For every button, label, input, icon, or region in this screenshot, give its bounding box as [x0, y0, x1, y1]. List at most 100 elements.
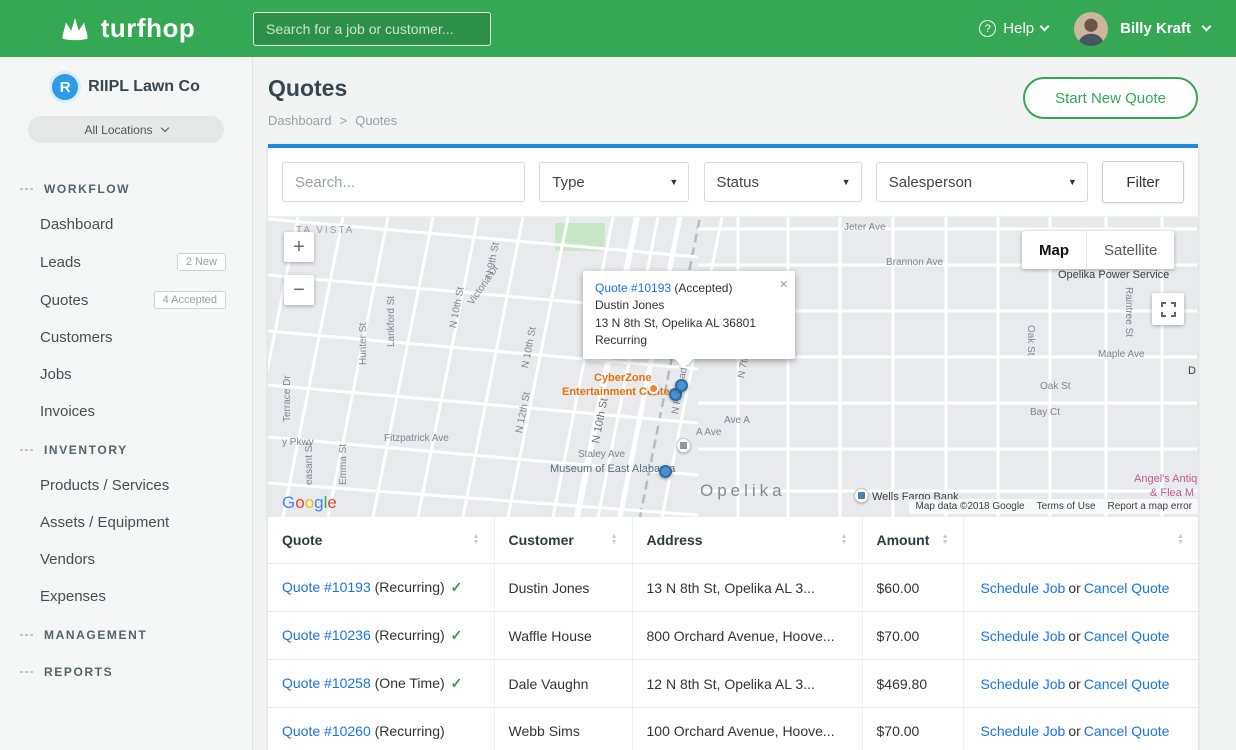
location-selector[interactable]: All Locations: [28, 116, 224, 143]
sidebar-item-jobs[interactable]: Jobs: [0, 356, 252, 393]
start-new-quote-button[interactable]: Start New Quote: [1023, 77, 1198, 119]
quote-map-marker[interactable]: [675, 379, 688, 392]
museum-marker-icon[interactable]: [676, 438, 691, 453]
section-dash-icon: [20, 634, 34, 636]
quote-link[interactable]: Quote #10260: [282, 723, 371, 739]
info-address: 13 N 8th St, Opelika AL 36801: [595, 315, 781, 332]
schedule-job-link[interactable]: Schedule Job: [981, 580, 1066, 596]
quote-type: (Recurring): [371, 723, 445, 739]
terms-of-use-link[interactable]: Terms of Use: [1037, 501, 1096, 512]
sidebar-item-expenses[interactable]: Expenses: [0, 578, 252, 615]
chevron-down-icon[interactable]: [1202, 21, 1212, 31]
info-frequency: Recurring: [595, 332, 781, 349]
sidebar-item-customers[interactable]: Customers: [0, 319, 252, 356]
sidebar-item-assets-equipment[interactable]: Assets / Equipment: [0, 504, 252, 541]
header-amount[interactable]: Amount▲▼: [862, 517, 963, 564]
map-type-map-button[interactable]: Map: [1022, 231, 1086, 269]
map-street-label: A Ave: [696, 427, 721, 438]
schedule-job-link[interactable]: Schedule Job: [981, 723, 1066, 739]
quote-map-marker[interactable]: [659, 465, 672, 478]
info-customer: Dustin Jones: [595, 297, 781, 314]
cancel-quote-link[interactable]: Cancel Quote: [1084, 676, 1170, 692]
section-inventory[interactable]: INVENTORY: [0, 430, 252, 467]
map-street-label: Maple Ave: [1098, 349, 1145, 360]
schedule-job-link[interactable]: Schedule Job: [981, 676, 1066, 692]
map-street-label: Bay Ct: [1030, 407, 1060, 418]
leads-badge: 2 New: [177, 253, 226, 271]
help-icon: ?: [979, 20, 996, 37]
map-street-label: Brannon Ave: [886, 257, 943, 268]
section-management[interactable]: MANAGEMENT: [0, 615, 252, 652]
google-logo[interactable]: Google: [282, 493, 337, 513]
breadcrumb: Dashboard > Quotes: [268, 113, 397, 128]
map-poi-label: Museum of East Alabama: [550, 463, 675, 475]
section-workflow[interactable]: WORKFLOW: [0, 169, 252, 206]
cyberzone-marker-icon[interactable]: [648, 383, 659, 394]
select-caret-icon: ▼: [1068, 177, 1077, 187]
breadcrumb-separator: >: [340, 113, 348, 128]
header-address[interactable]: Address▲▼: [632, 517, 862, 564]
section-dash-icon: [20, 188, 34, 190]
accepted-check-icon: ✓: [451, 675, 463, 691]
sort-icon[interactable]: ▲▼: [942, 534, 949, 546]
sort-icon[interactable]: ▲▼: [841, 534, 848, 546]
map-street-label: Jeter Ave: [844, 222, 886, 233]
salesperson-select[interactable]: Salesperson ▼: [876, 162, 1088, 202]
map-type-satellite-button[interactable]: Satellite: [1086, 231, 1174, 269]
cancel-quote-link[interactable]: Cancel Quote: [1084, 628, 1170, 644]
quote-link[interactable]: Quote #10236: [282, 627, 371, 643]
cancel-quote-link[interactable]: Cancel Quote: [1084, 723, 1170, 739]
filter-bar: Type ▼ Status ▼ Salesperson ▼ Filter: [268, 148, 1198, 217]
report-map-error-link[interactable]: Report a map error: [1108, 501, 1192, 512]
close-icon[interactable]: ×: [779, 274, 788, 296]
sort-icon[interactable]: ▲▼: [473, 534, 480, 546]
filter-button[interactable]: Filter: [1102, 161, 1184, 203]
select-caret-icon: ▼: [842, 177, 851, 187]
header-actions[interactable]: ▲▼: [963, 517, 1198, 564]
sidebar-item-quotes[interactable]: Quotes4 Accepted: [0, 281, 252, 319]
user-name[interactable]: Billy Kraft: [1120, 20, 1191, 37]
help-label: Help: [1003, 20, 1034, 37]
turfhop-logo-icon: [58, 15, 92, 42]
type-select[interactable]: Type ▼: [539, 162, 689, 202]
status-select[interactable]: Status ▼: [704, 162, 862, 202]
info-quote-link[interactable]: Quote #10193: [595, 281, 671, 295]
main-content: Quotes Dashboard > Quotes Start New Quot…: [253, 57, 1236, 750]
customer-cell: Dustin Jones: [494, 564, 632, 612]
chevron-down-icon: [160, 124, 168, 132]
avatar-image: [1074, 12, 1108, 46]
fullscreen-button[interactable]: [1152, 293, 1184, 325]
zoom-in-button[interactable]: +: [284, 232, 314, 262]
quote-link[interactable]: Quote #10193: [282, 579, 371, 595]
zoom-out-button[interactable]: −: [284, 275, 314, 305]
sidebar-item-vendors[interactable]: Vendors: [0, 541, 252, 578]
section-reports[interactable]: REPORTS: [0, 652, 252, 689]
global-search-input[interactable]: [253, 12, 491, 46]
sort-icon[interactable]: ▲▼: [1177, 534, 1184, 546]
brand[interactable]: turfhop: [0, 13, 253, 44]
table-header-row: Quote▲▼ Customer▲▼ Address▲▼ Amount▲▼ ▲▼: [268, 517, 1198, 564]
header-customer[interactable]: Customer▲▼: [494, 517, 632, 564]
bank-marker-icon[interactable]: [854, 488, 869, 503]
page-title: Quotes: [268, 75, 397, 102]
map-street-label: Staley Ave: [578, 449, 625, 460]
amount-cell: $60.00: [862, 564, 963, 612]
sidebar-item-products-services[interactable]: Products / Services: [0, 467, 252, 504]
address-cell: 13 N 8th St, Opelika AL 3...: [632, 564, 862, 612]
help-menu[interactable]: ? Help: [979, 20, 1048, 37]
header-quote[interactable]: Quote▲▼: [268, 517, 494, 564]
avatar[interactable]: [1074, 12, 1108, 46]
or-label: or: [1068, 580, 1080, 596]
quote-link[interactable]: Quote #10258: [282, 675, 371, 691]
map[interactable]: TA VISTA Jeter Ave Brannon Ave Opelika P…: [268, 217, 1198, 517]
breadcrumb-quotes[interactable]: Quotes: [355, 113, 397, 128]
sort-icon[interactable]: ▲▼: [611, 534, 618, 546]
cancel-quote-link[interactable]: Cancel Quote: [1084, 580, 1170, 596]
sidebar-item-leads[interactable]: Leads2 New: [0, 243, 252, 281]
sidebar-item-invoices[interactable]: Invoices: [0, 393, 252, 430]
quote-type: (One Time): [371, 675, 445, 691]
sidebar-item-dashboard[interactable]: Dashboard: [0, 206, 252, 243]
breadcrumb-dashboard[interactable]: Dashboard: [268, 113, 332, 128]
quotes-search-input[interactable]: [282, 162, 525, 202]
schedule-job-link[interactable]: Schedule Job: [981, 628, 1066, 644]
